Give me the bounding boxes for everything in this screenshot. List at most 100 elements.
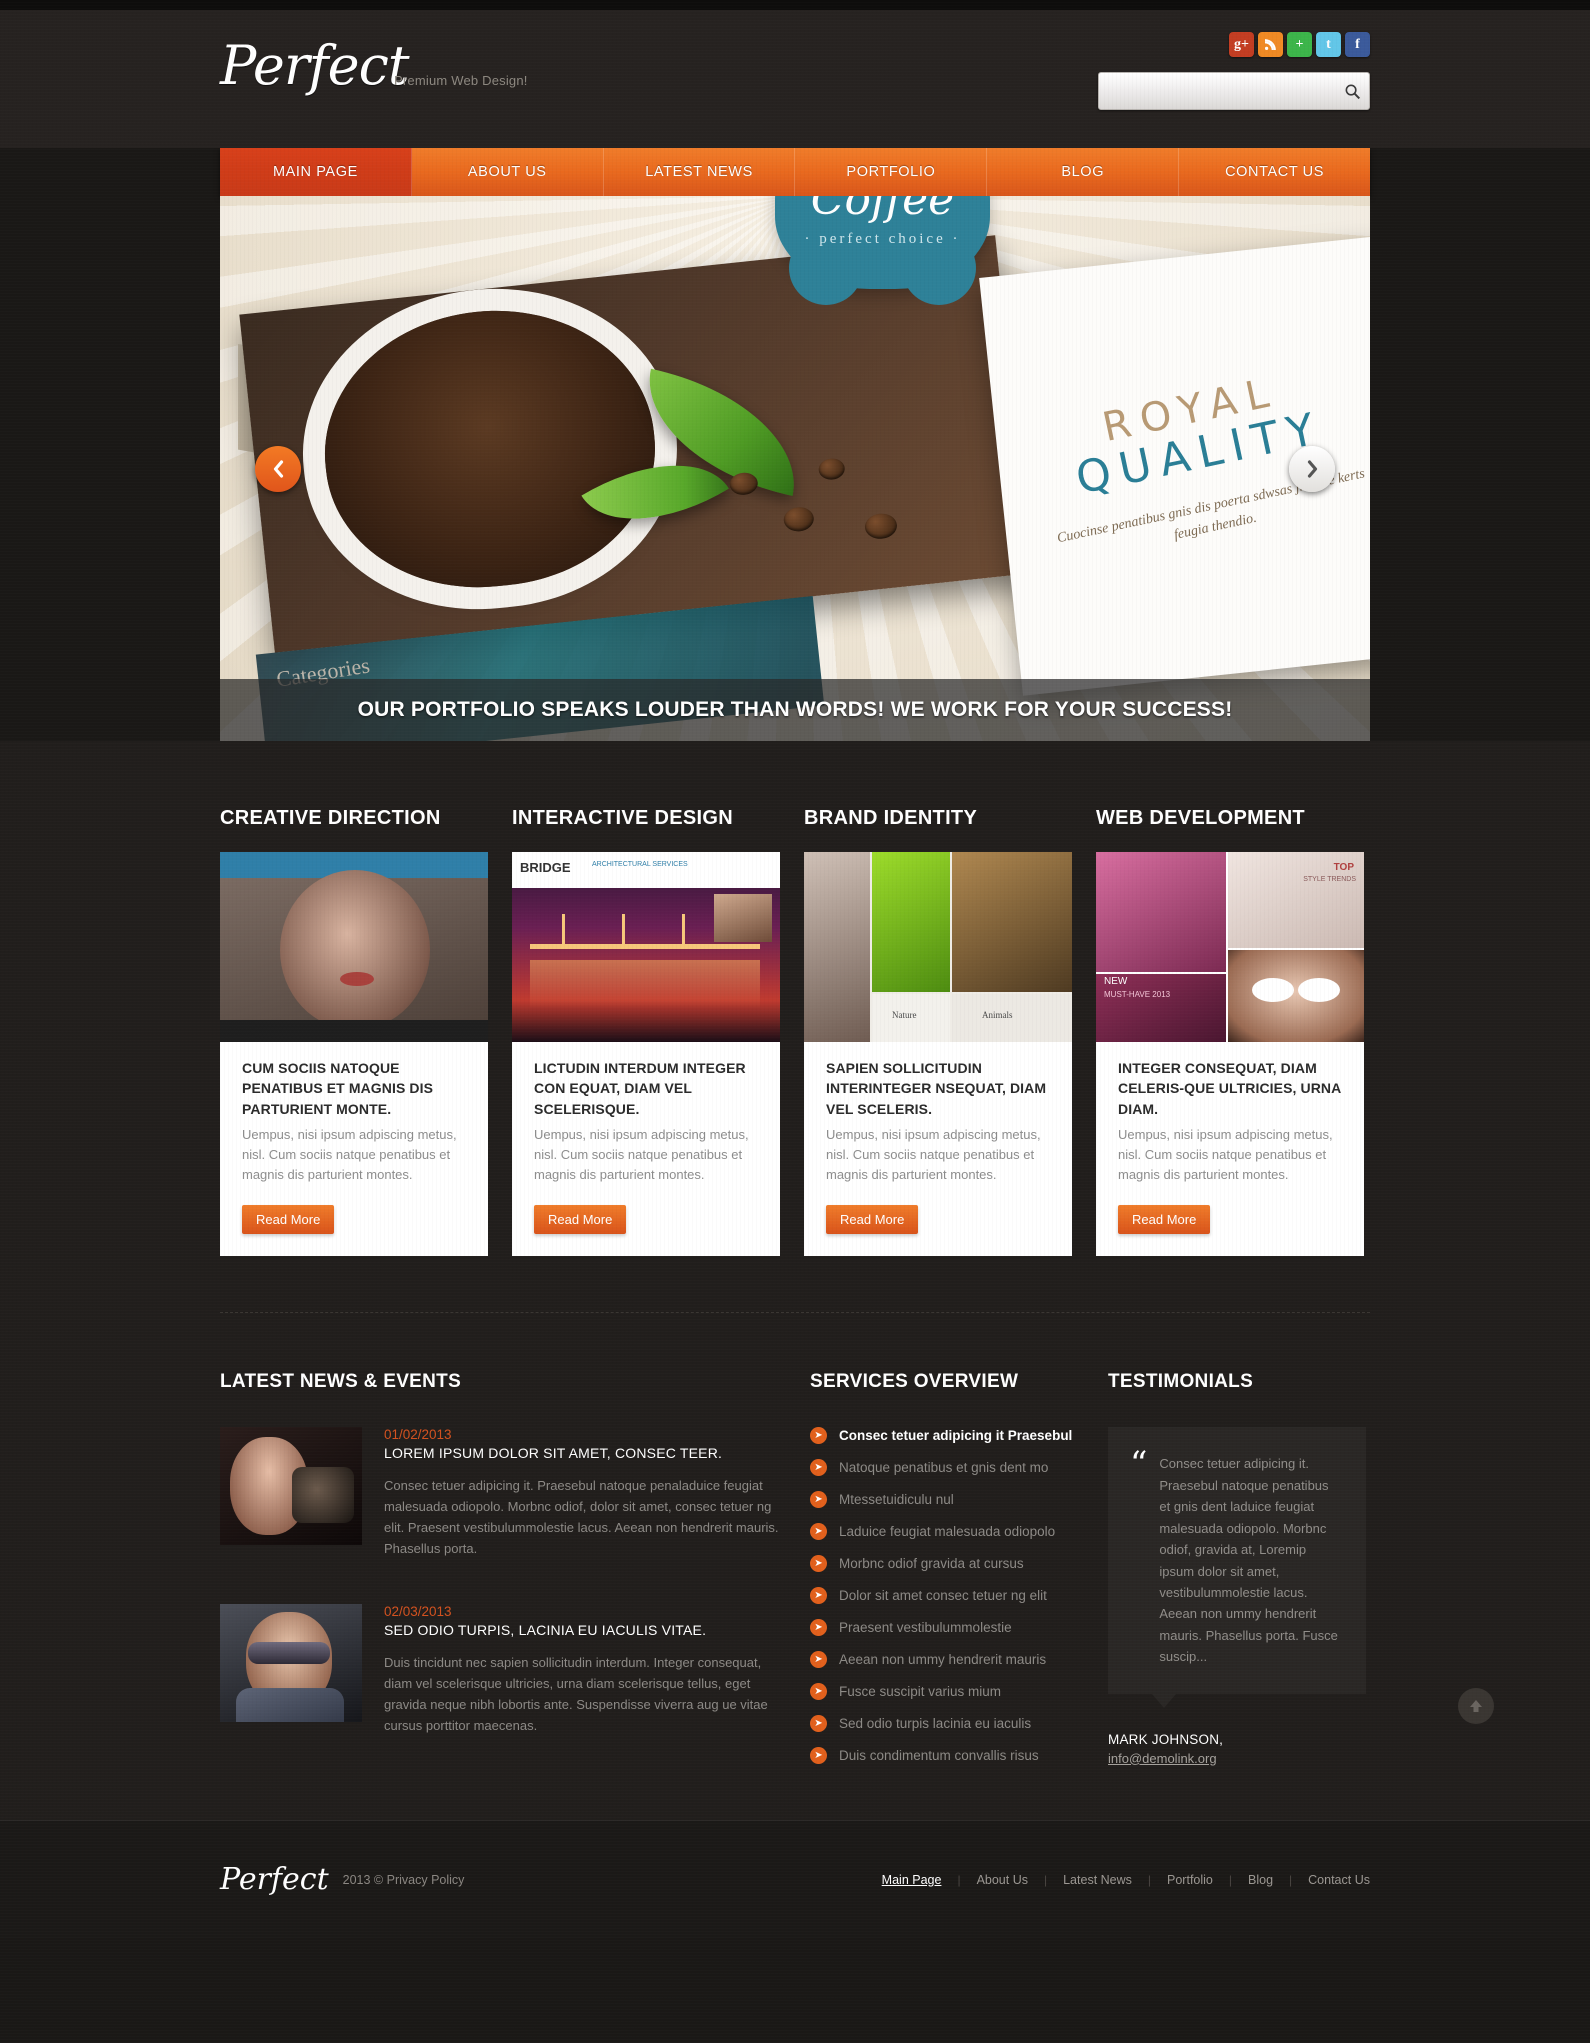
main-navigation: MAIN PAGE ABOUT US LATEST NEWS PORTFOLIO… [220, 148, 1370, 196]
service-label: Duis condimentum convallis risus [839, 1748, 1039, 1764]
news-date: 01/02/2013 [384, 1427, 452, 1443]
nav-item-contact-us[interactable]: CONTACT US [1179, 148, 1370, 196]
twitter-icon[interactable]: t [1316, 32, 1341, 57]
services-list: ➤ Consec tetuer adipicing it Praesebul ➤… [810, 1427, 1078, 1765]
footer-link-latest-news[interactable]: Latest News [1063, 1873, 1132, 1887]
service-list-item[interactable]: ➤ Natoque penatibus et gnis dent mo [810, 1459, 1078, 1477]
service-list-item[interactable]: ➤ Morbnc odiof gravida at cursus [810, 1555, 1078, 1573]
card-text: Uempus, nisi ipsum adpiscing metus, nisl… [242, 1126, 457, 1183]
footer-separator: | [1228, 1872, 1232, 1887]
arrow-circle-icon: ➤ [810, 1683, 827, 1701]
creative-direction-thumb[interactable] [220, 852, 488, 1042]
back-to-top-button[interactable] [1458, 1687, 1494, 1724]
news-thumbnail[interactable] [220, 1427, 362, 1546]
testimonials-column: TESTIMONIALS “ Consec tetuer adipicing i… [1108, 1371, 1366, 1779]
slider-caption-text: OUR PORTFOLIO SPEAKS LOUDER THAN WORDS! … [357, 698, 1233, 721]
brand-identity-thumb[interactable]: Nature Animals [804, 852, 1072, 1042]
search-input[interactable] [1099, 83, 1335, 99]
service-label: Consec tetuer adipicing it Praesebul [839, 1428, 1073, 1444]
service-list-item[interactable]: ➤ Consec tetuer adipicing it Praesebul [810, 1427, 1078, 1445]
card-title: SAPIEN SOLLICITUDIN INTERINTEGER NSEQUAT… [826, 1060, 1047, 1117]
news-item: 02/03/2013 SED ODIO TURPIS, LACINIA EU I… [220, 1603, 780, 1736]
testimonial-author-name: MARK JOHNSON, [1108, 1731, 1224, 1747]
service-list-item[interactable]: ➤ Aeean non ummy hendrerit mauris [810, 1651, 1078, 1669]
footer-link-blog[interactable]: Blog [1248, 1873, 1273, 1887]
quote-mark-icon: “ [1130, 1444, 1148, 1485]
arrow-circle-icon: ➤ [810, 1619, 827, 1637]
service-list-item[interactable]: ➤ Praesent vestibulummolestie [810, 1619, 1078, 1637]
hero-slider: Categories ROYAL QUALITY Cuocinse penati… [220, 196, 1370, 741]
service-list-item[interactable]: ➤ Duis condimentum convallis risus [810, 1747, 1078, 1765]
arrow-circle-icon: ➤ [810, 1491, 827, 1509]
search-button[interactable] [1335, 73, 1369, 109]
read-more-button[interactable]: Read More [242, 1205, 335, 1235]
service-label: Dolor sit amet consec tetuer ng elit [839, 1588, 1047, 1604]
testimonial-author-block: MARK JOHNSON, info@demolink.org [1108, 1732, 1366, 1768]
nav-label: ABOUT US [467, 164, 547, 180]
arrow-circle-icon: ➤ [810, 1587, 827, 1605]
footer-link-contact-us[interactable]: Contact Us [1308, 1873, 1370, 1887]
nav-item-about-us[interactable]: ABOUT US [411, 148, 604, 196]
service-label: Praesent vestibulummolestie [839, 1620, 1012, 1636]
card-text: Uempus, nisi ipsum adpiscing metus, nisl… [534, 1126, 749, 1183]
read-more-button[interactable]: Read More [1118, 1205, 1211, 1235]
footer-separator: | [957, 1872, 961, 1887]
footer-link-main-page[interactable]: Main Page [882, 1873, 942, 1887]
service-list-item[interactable]: ➤ Mtessetuidiculu nul [810, 1491, 1078, 1509]
news-title[interactable]: LOREM IPSUM DOLOR SIT AMET, CONSEC TEER. [384, 1445, 780, 1461]
service-list-item[interactable]: ➤ Sed odio turpis lacinia eu iaculis [810, 1715, 1078, 1733]
service-label: Morbnc odiof gravida at cursus [839, 1556, 1024, 1572]
nav-label: MAIN PAGE [272, 164, 358, 180]
footer-separator: | [1043, 1872, 1048, 1887]
nav-item-portfolio[interactable]: PORTFOLIO [795, 148, 988, 196]
coffee-bean [728, 471, 759, 497]
badge-word: Coffee [810, 196, 955, 225]
footer-link-portfolio[interactable]: Portfolio [1167, 1873, 1213, 1887]
nav-label: BLOG [1061, 164, 1105, 180]
google-plus-icon[interactable]: g+ [1229, 32, 1254, 57]
nav-item-blog[interactable]: BLOG [987, 148, 1180, 196]
service-list-item[interactable]: ➤ Fusce suscipit varius mium [810, 1683, 1078, 1701]
service-list-item[interactable]: ➤ Dolor sit amet consec tetuer ng elit [810, 1587, 1078, 1605]
testimonial-author-email[interactable]: info@demolink.org [1108, 1751, 1217, 1766]
nav-item-latest-news[interactable]: LATEST NEWS [603, 148, 796, 196]
services-section: CREATIVE DIRECTION CUM SOCIIS NATOQUE PE… [0, 741, 1590, 1820]
social-links: g+ + t f [1229, 32, 1370, 57]
chevron-left-icon [273, 459, 283, 478]
news-text: Consec tetuer adipicing it. Praesebul na… [384, 1478, 779, 1557]
news-thumbnail[interactable] [220, 1603, 362, 1722]
news-date: 02/03/2013 [384, 1603, 452, 1619]
arrow-up-icon [1470, 1699, 1482, 1712]
testimonials-title: TESTIMONIALS [1108, 1371, 1254, 1393]
nav-label: PORTFOLIO [846, 164, 936, 180]
coffee-bean [817, 457, 846, 481]
site-tagline: Premium Web Design! [394, 73, 528, 88]
testimonial-text: Consec tetuer adipicing it. Praesebul na… [1159, 1456, 1338, 1665]
services-overview-column: SERVICES OVERVIEW ➤ Consec tetuer adipic… [810, 1371, 1078, 1779]
read-more-button[interactable]: Read More [534, 1205, 627, 1235]
coffee-bowl [311, 294, 669, 603]
service-label: Sed odio turpis lacinia eu iaculis [839, 1716, 1032, 1732]
slider-prev-button[interactable] [255, 445, 301, 492]
footer-logo[interactable]: Perfect [220, 1862, 329, 1897]
interactive-design-thumb[interactable]: BRIDGE ARCHITECTURAL SERVICES [512, 852, 780, 1042]
card-title: INTEGER CONSEQUAT, DIAM CELERIS-QUE ULTR… [1118, 1060, 1341, 1117]
footer-link-about-us[interactable]: About Us [977, 1873, 1028, 1887]
card-text: Uempus, nisi ipsum adpiscing metus, nisl… [826, 1126, 1041, 1183]
facebook-icon[interactable]: f [1345, 32, 1370, 57]
search-box[interactable] [1098, 72, 1370, 110]
badge-subtitle: · perfect choice · [804, 231, 961, 248]
service-label: Aeean non ummy hendrerit mauris [839, 1652, 1047, 1668]
news-title[interactable]: SED ODIO TURPIS, LACINIA EU IACULIS VITA… [384, 1622, 780, 1638]
web-development-thumb[interactable]: TOP STYLE TRENDS NEW MUST-HAVE 2013 [1096, 852, 1364, 1042]
rss-icon[interactable] [1258, 32, 1283, 57]
site-logo[interactable]: Perfect [220, 34, 410, 97]
slider-next-button[interactable] [1289, 445, 1335, 492]
card-heading: BRAND IDENTITY [804, 807, 978, 829]
share-icon[interactable]: + [1287, 32, 1312, 57]
services-card-grid: CREATIVE DIRECTION CUM SOCIIS NATOQUE PE… [220, 807, 1370, 1257]
read-more-button[interactable]: Read More [826, 1205, 919, 1235]
nav-item-main-page[interactable]: MAIN PAGE [220, 148, 412, 196]
card-heading: WEB DEVELOPMENT [1096, 807, 1305, 829]
service-list-item[interactable]: ➤ Laduice feugiat malesuada odiopolo [810, 1523, 1078, 1541]
